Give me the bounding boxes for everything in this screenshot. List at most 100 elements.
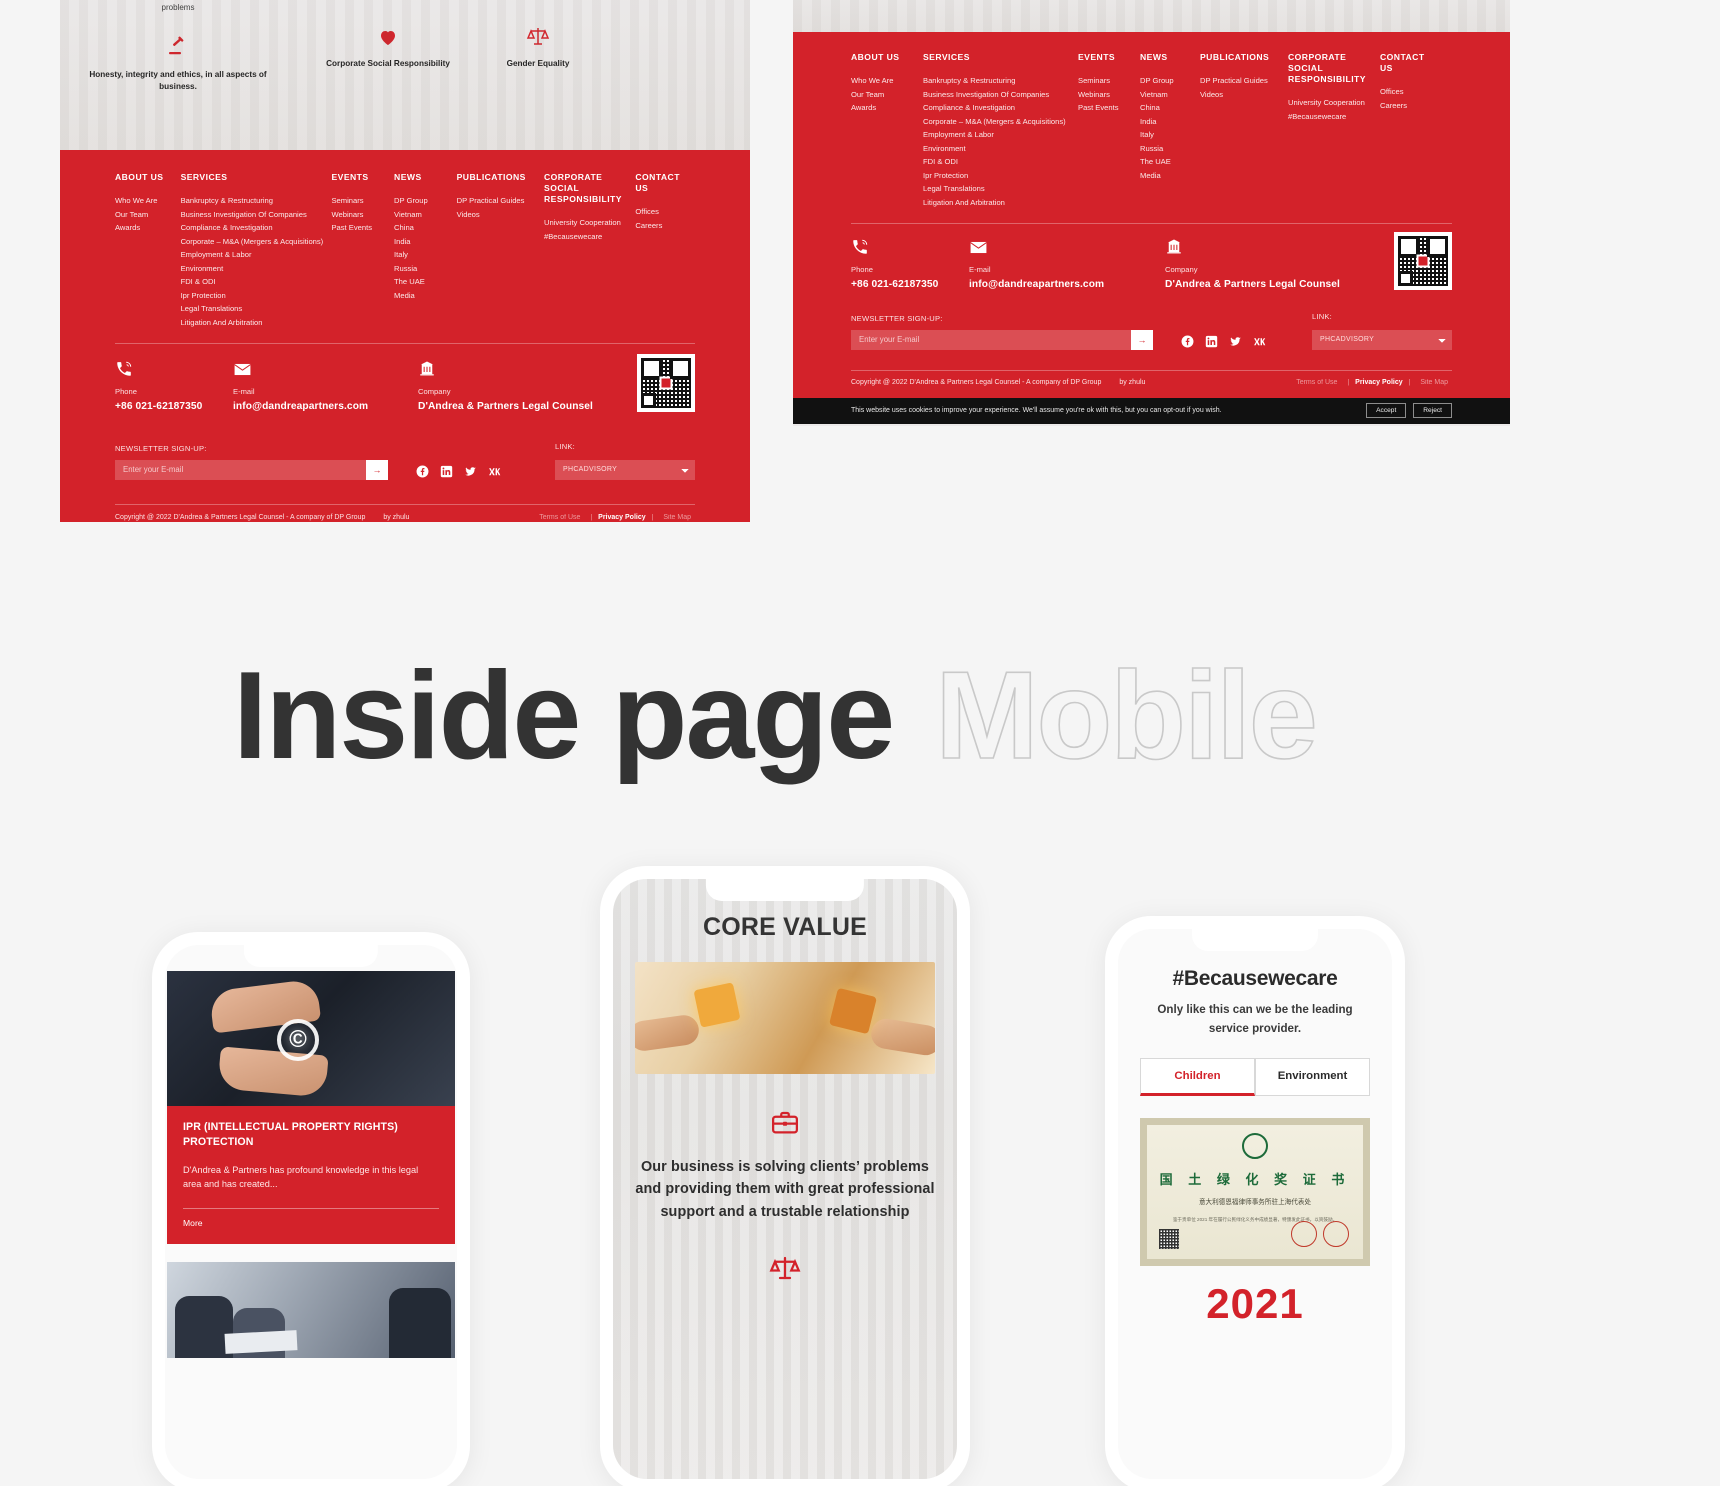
footer-link[interactable]: Russia — [1140, 142, 1196, 156]
more-link[interactable]: More — [183, 1218, 439, 1228]
facebook-icon[interactable] — [1181, 335, 1194, 348]
footer-link[interactable]: China — [394, 221, 449, 235]
footer-link[interactable]: China — [1140, 101, 1196, 115]
contact-value[interactable]: info@dandreapartners.com — [233, 401, 398, 412]
footer-link[interactable]: Vietnam — [1140, 88, 1196, 102]
footer-link[interactable]: Careers — [635, 219, 687, 233]
footer-link[interactable]: Bankruptcy & Restructuring — [181, 194, 324, 208]
vk-icon[interactable] — [488, 465, 501, 478]
footer-link[interactable]: Who We Are — [851, 74, 919, 88]
contact-label: E-mail — [233, 387, 255, 397]
footer-link[interactable]: Environment — [181, 262, 324, 276]
twitter-icon[interactable] — [1229, 335, 1242, 348]
site-map-link[interactable]: Site Map — [1420, 379, 1448, 386]
footer-link[interactable]: Italy — [394, 248, 449, 262]
footer-link[interactable]: Awards — [115, 221, 173, 235]
footer-link[interactable]: Compliance & Investigation — [181, 221, 324, 235]
footer-link[interactable]: Litigation And Arbitration — [923, 196, 1074, 210]
footer-link[interactable]: Employment & Labor — [181, 248, 324, 262]
contact-value[interactable]: info@dandreapartners.com — [969, 279, 1145, 290]
footer-link[interactable]: Webinars — [331, 208, 386, 222]
footer-link[interactable]: FDI & ODI — [181, 275, 324, 289]
footer-link[interactable]: DP Group — [1140, 74, 1196, 88]
footer-link[interactable]: University Cooperation — [1288, 96, 1376, 110]
footer-link[interactable]: Our Team — [115, 208, 173, 222]
footer-link[interactable]: Offices — [635, 205, 687, 219]
separator: | — [1408, 378, 1411, 386]
linkedin-icon[interactable] — [440, 465, 453, 478]
footer-link[interactable]: Videos — [457, 208, 536, 222]
footer-link[interactable]: University Cooperation — [544, 216, 627, 230]
credit-text[interactable]: by zhulu — [1119, 379, 1145, 386]
newsletter-email-input[interactable] — [851, 329, 1131, 350]
footer-link[interactable]: Our Team — [851, 88, 919, 102]
footer-link[interactable]: Legal Translations — [181, 302, 324, 316]
footer-link[interactable]: India — [1140, 115, 1196, 129]
footer-link[interactable]: Business Investigation Of Companies — [923, 88, 1074, 102]
facebook-icon[interactable] — [416, 465, 429, 478]
site-map-link[interactable]: Site Map — [663, 514, 691, 521]
footer-link[interactable]: Ipr Protection — [923, 169, 1074, 183]
footer-link[interactable]: Bankruptcy & Restructuring — [923, 74, 1074, 88]
link-select[interactable]: PHCADVISORY — [1312, 329, 1452, 350]
newsletter-submit-button[interactable]: → — [366, 459, 388, 480]
twitter-icon[interactable] — [464, 465, 477, 478]
footer-link[interactable]: #Becausewecare — [544, 230, 627, 244]
footer-link[interactable]: Corporate – M&A (Mergers & Acquisitions) — [923, 115, 1074, 129]
contact-value[interactable]: +86 021-62187350 — [115, 401, 213, 412]
footer-link[interactable]: Media — [394, 289, 449, 303]
contact-value[interactable]: +86 021-62187350 — [851, 279, 949, 290]
link-select[interactable]: PHCADVISORY — [555, 459, 695, 480]
footer-link[interactable]: Media — [1140, 169, 1196, 183]
footer-link[interactable]: #Becausewecare — [1288, 110, 1376, 124]
mail-icon — [233, 360, 398, 380]
footer-link[interactable]: Employment & Labor — [923, 128, 1074, 142]
footer-link[interactable]: Compliance & Investigation — [923, 101, 1074, 115]
terms-of-use-link[interactable]: Terms of Use — [1296, 379, 1337, 386]
footer-link[interactable]: Videos — [1200, 88, 1284, 102]
footer-link[interactable]: Italy — [1140, 128, 1196, 142]
footer-link[interactable]: Legal Translations — [923, 182, 1074, 196]
cookie-accept-button[interactable]: Accept — [1366, 403, 1407, 419]
privacy-policy-link[interactable]: Privacy Policy — [598, 514, 645, 521]
cookie-reject-button[interactable]: Reject — [1413, 403, 1452, 419]
vk-icon[interactable] — [1253, 335, 1266, 348]
footer-link[interactable]: The UAE — [1140, 155, 1196, 169]
footer-link[interactable]: Litigation And Arbitration — [181, 316, 324, 330]
linkedin-icon[interactable] — [1205, 335, 1218, 348]
footer-column-heading: CORPORATE SOCIAL RESPONSIBILITY — [544, 172, 622, 204]
footer-link[interactable]: India — [394, 235, 449, 249]
newsletter-email-input[interactable] — [115, 459, 366, 480]
footer-link[interactable]: Past Events — [331, 221, 386, 235]
footer-link[interactable]: Seminars — [331, 194, 386, 208]
privacy-policy-link[interactable]: Privacy Policy — [1355, 379, 1402, 386]
tab-environment[interactable]: Environment — [1255, 1058, 1370, 1097]
footer-link[interactable]: DP Practical Guides — [457, 194, 536, 208]
footer-link[interactable]: The UAE — [394, 275, 449, 289]
footer-link[interactable]: Seminars — [1078, 74, 1136, 88]
footer-link[interactable]: FDI & ODI — [923, 155, 1074, 169]
footer-link[interactable]: Business Investigation Of Companies — [181, 208, 324, 222]
footer-link[interactable]: Corporate – M&A (Mergers & Acquisitions) — [181, 235, 324, 249]
ipr-card[interactable]: IPR (INTELLECTUAL PROPERTY RIGHTS) PROTE… — [167, 1106, 455, 1244]
newsletter-submit-button[interactable]: → — [1131, 329, 1153, 350]
footer-link[interactable]: Webinars — [1078, 88, 1136, 102]
newsletter-block: NEWSLETTER SIGN-UP: → — [115, 444, 388, 480]
footer-link[interactable]: DP Group — [394, 194, 449, 208]
footer-link[interactable]: Careers — [1380, 99, 1436, 113]
contact-phone: Phone +86 021-62187350 — [851, 238, 969, 290]
footer-link[interactable]: Vietnam — [394, 208, 449, 222]
building-icon — [418, 360, 593, 380]
footer-link[interactable]: Russia — [394, 262, 449, 276]
footer-link[interactable]: Past Events — [1078, 101, 1136, 115]
footer-link[interactable]: Environment — [923, 142, 1074, 156]
footer-link[interactable]: Who We Are — [115, 194, 173, 208]
footer-link[interactable]: Offices — [1380, 85, 1436, 99]
footer-link[interactable]: Ipr Protection — [181, 289, 324, 303]
tab-children[interactable]: Children — [1140, 1058, 1255, 1097]
footer-link[interactable]: DP Practical Guides — [1200, 74, 1284, 88]
copyright-text: Copyright @ 2022 D'Andrea & Partners Leg… — [851, 378, 1102, 386]
footer-link[interactable]: Awards — [851, 101, 919, 115]
terms-of-use-link[interactable]: Terms of Use — [539, 514, 580, 521]
credit-text[interactable]: by zhulu — [383, 514, 409, 521]
